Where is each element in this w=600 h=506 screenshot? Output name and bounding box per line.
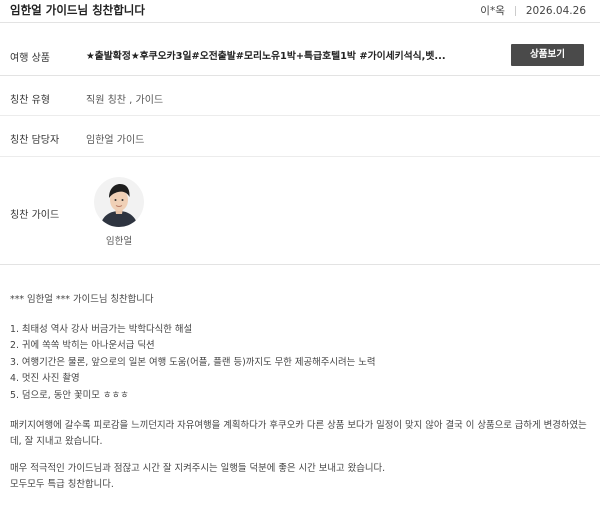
content-intro: *** 임한얼 *** 가이드님 칭찬합니다: [10, 294, 154, 305]
content-item: 2. 귀에 쏙쏙 박히는 아나운서급 딕션: [10, 340, 155, 352]
content-item: 3. 여행기간은 물론, 앞으로의 일본 여행 도움(어플, 플랜 등)까지도 …: [10, 356, 376, 368]
praise-target-label: 칭찬 담당자: [10, 135, 60, 146]
header-divider: [0, 22, 600, 23]
praise-target-row: 칭찬 담당자 임한얼 가이드: [0, 116, 600, 157]
view-product-button[interactable]: 상품보기: [511, 44, 584, 66]
praise-type-value: 직원 칭찬 , 가이드: [86, 95, 164, 106]
guide-card[interactable]: 임한얼: [93, 177, 145, 247]
content-item: 5. 덤으로, 동안 꽃미모 ㅎㅎㅎ: [10, 389, 129, 401]
praise-type-label: 칭찬 유형: [10, 95, 50, 106]
content-item: 1. 최태성 역사 강사 버금가는 박학다식한 해설: [10, 323, 193, 335]
post-author: 이*옥: [480, 5, 505, 17]
guide-name: 임한얼: [105, 236, 133, 247]
content-item: 4. 멋진 사진 촬영: [10, 373, 80, 385]
content-paragraph: 모두모두 특급 칭찬합니다.: [10, 479, 114, 491]
post-content: *** 임한얼 *** 가이드님 칭찬합니다 1. 최태성 역사 강사 버금가는…: [10, 292, 590, 494]
post-title: 임한얼 가이드님 칭찬합니다: [10, 3, 145, 17]
content-paragraph: 패키지여행에 갈수록 피로감을 느끼던지라 자유여행을 계획하다가 후쿠오카 다…: [10, 419, 587, 448]
travel-product-label: 여행 상품: [10, 53, 50, 64]
praise-target-value: 임한얼 가이드: [86, 135, 145, 146]
post-header: 임한얼 가이드님 칭찬합니다 이*옥 2026.04.26: [0, 0, 600, 22]
post-meta: 이*옥 2026.04.26: [480, 3, 586, 18]
content-paragraph: 매우 적극적인 가이드님과 점잖고 시간 잘 지켜주시는 일행들 덕분에 좋은 …: [10, 462, 386, 474]
guide-avatar: [94, 177, 144, 227]
praise-guide-label: 칭찬 가이드: [10, 210, 60, 221]
post-date: 2026.04.26: [525, 4, 586, 17]
praise-guide-row: 칭찬 가이드 임한얼: [0, 157, 600, 265]
travel-product-row: 여행 상품 ★출발확정★후쿠오카3일#오전출발#모리노유1박+특급호텔1박 #가…: [0, 34, 600, 76]
travel-product-value[interactable]: ★출발확정★후쿠오카3일#오전출발#모리노유1박+특급호텔1박 #가이세키석식,…: [86, 48, 446, 62]
guide-photo-icon: [94, 177, 144, 227]
praise-type-row: 칭찬 유형 직원 칭찬 , 가이드: [0, 76, 600, 116]
meta-divider: [514, 5, 516, 16]
